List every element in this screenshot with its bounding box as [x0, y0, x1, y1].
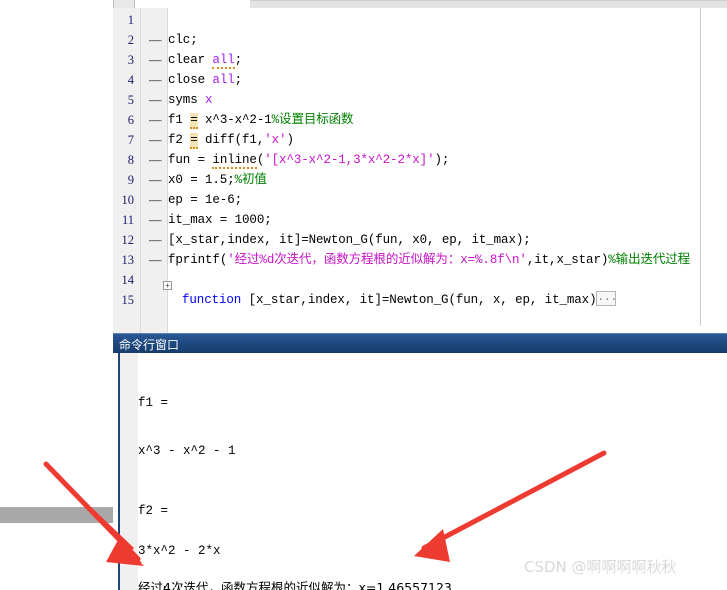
token-semicolon: ; — [190, 33, 198, 47]
token-x: x — [205, 93, 213, 107]
code-line-8: fun = inline('[x^3-x^2-1,3*x^2-2*x]'); — [168, 150, 449, 170]
text-caret — [164, 586, 165, 590]
command-window-left-rail — [113, 353, 120, 590]
line-number: 9 — [127, 173, 134, 187]
token-clc: clc — [168, 33, 191, 47]
code-line-5: syms x — [168, 90, 213, 110]
line-number: 11 — [121, 213, 134, 227]
command-window-title: 命令行窗口 — [119, 338, 180, 352]
line-number: 5 — [127, 93, 134, 107]
editor-horizontal-scrollbar[interactable] — [250, 0, 727, 8]
code-line-12: [x_star,index, it]=Newton_G(fun, x0, ep,… — [168, 230, 531, 250]
token-f1-rhs: x^3-x^2-1 — [197, 113, 272, 127]
token-inline: inline — [212, 153, 257, 169]
token-semicolon: ; — [234, 73, 243, 87]
token-function-keyword: function — [182, 293, 242, 307]
breakpoint-dash: — — [149, 113, 162, 127]
code-line-4: close all; — [168, 70, 242, 90]
breakpoint-dash: — — [149, 213, 162, 227]
command-window-output[interactable]: f1 = x^3 - x^2 - 1 f2 = 3*x^2 - 2*x 经过4次… — [138, 353, 727, 590]
token-fprintf: fprintf — [168, 253, 220, 267]
breakpoint-dash: — — [149, 253, 162, 267]
code-line-6: f1 = x^3-x^2-1%设置目标函数 — [168, 110, 354, 130]
token-clear: clear — [168, 53, 206, 67]
code-fold-ellipsis[interactable]: ... — [596, 291, 617, 306]
token-close: close — [168, 73, 206, 87]
line-number: 2 — [127, 33, 134, 47]
code-line-13: fprintf('经过%d次迭代，函数方程根的近似解为：x=%.8f\n',it… — [168, 250, 690, 270]
breakpoint-dash: — — [149, 33, 162, 47]
token-newton-call: [x_star,index, it]=Newton_G(fun, x0, ep,… — [168, 233, 531, 247]
line-number: 8 — [127, 153, 134, 167]
line-number: 12 — [121, 233, 135, 247]
token-f1-lhs: f1 — [168, 113, 191, 127]
command-window-title-bar[interactable]: 命令行窗口 — [113, 333, 727, 354]
breakpoint-dash: — — [149, 93, 162, 107]
token-f2-lhs: f2 — [168, 133, 191, 147]
line-number: 13 — [121, 253, 135, 267]
breakpoint-dash: — — [149, 53, 162, 67]
editor-column-guide-line — [700, 8, 701, 326]
token-inline-string: '[x^3-x^2-1,3*x^2-2*x]' — [264, 153, 435, 167]
comment-target-function: %设置目标函数 — [271, 113, 354, 127]
token-fprintf-args: ,it,x_star) — [526, 253, 609, 267]
editor-top-bar — [113, 0, 727, 9]
command-window-gutter — [120, 353, 138, 590]
line-number: 10 — [121, 193, 135, 207]
code-line-15: function [x_star,index, it]=Newton_G(fun… — [182, 290, 618, 310]
code-line-7: f2 = diff(f1,'x') — [168, 130, 294, 150]
left-gray-bar — [0, 507, 113, 523]
token-function-signature: [x_star,index, it]=Newton_G(fun, x, ep, … — [241, 293, 597, 307]
breakpoint-dash: — — [149, 73, 162, 87]
code-line-9: x0 = 1.5;%初值 — [168, 170, 267, 190]
line-number: 1 — [127, 13, 134, 27]
output-line: f1 = — [138, 396, 169, 410]
output-line: f2 = — [138, 504, 169, 518]
code-line-2: clc; — [168, 30, 198, 50]
code-line-10: ep = 1e-6; — [168, 190, 242, 210]
breakpoint-dash: — — [149, 193, 162, 207]
comment-initial-value: %初值 — [234, 173, 267, 187]
line-number: 15 — [121, 293, 135, 307]
line-number: 6 — [127, 113, 134, 127]
editor-code-area[interactable]: clc; clear all; close all; syms x f1 = x… — [168, 8, 727, 333]
token-close-paren: ) — [286, 133, 294, 147]
token-x0: x0 = 1.5; — [168, 173, 235, 187]
token-ep: ep = 1e-6; — [168, 193, 243, 207]
command-window-panel: 命令行窗口 f1 = x^3 - x^2 - 1 f2 = 3*x^2 - 2*… — [113, 333, 727, 590]
code-fold-expand-icon[interactable]: + — [163, 281, 172, 290]
line-number: 14 — [121, 273, 135, 287]
token-semicolon: ; — [234, 53, 243, 67]
token-itmax: it_max = 1000; — [168, 213, 272, 227]
token-all: all — [212, 73, 235, 87]
token-syms: syms — [168, 93, 198, 107]
output-line: 3*x^2 - 2*x — [138, 544, 221, 558]
comment-output-iteration: %输出迭代过程 — [608, 253, 691, 267]
breakpoint-dash: — — [149, 133, 162, 147]
code-line-11: it_max = 1000; — [168, 210, 272, 230]
token-equals: = — [190, 133, 198, 149]
breakpoint-dash: — — [149, 153, 162, 167]
line-number: 7 — [127, 133, 134, 147]
left-blank-pane — [0, 0, 113, 590]
token-fun-lhs: fun = — [168, 153, 213, 167]
gutter-separator-line — [140, 8, 141, 333]
output-result-line: 经过4次迭代，函数方程根的近似解为：x=1.46557123 — [138, 580, 452, 590]
line-number: 4 — [127, 73, 134, 87]
token-all: all — [212, 53, 235, 69]
matlab-editor-panel: 1 2 3 4 5 6 7 8 9 10 11 12 13 14 15 — — … — [113, 0, 727, 333]
token-equals: = — [190, 113, 198, 129]
breakpoint-dash: — — [149, 233, 162, 247]
token-f2-rhs: diff(f1, — [197, 133, 265, 147]
token-quoted-x: 'x' — [264, 133, 287, 147]
token-fprintf-string: '经过%d次迭代，函数方程根的近似解为：x=%.8f\n' — [227, 253, 527, 267]
output-line: x^3 - x^2 - 1 — [138, 444, 236, 458]
csdn-watermark: CSDN @啊啊啊啊秋秋 — [524, 558, 677, 576]
line-number: 3 — [127, 53, 134, 67]
code-line-3: clear all; — [168, 50, 242, 70]
prompt-chevron: >> — [144, 586, 160, 590]
token-inline-close: ); — [434, 153, 450, 167]
breakpoint-dash: — — [149, 173, 162, 187]
